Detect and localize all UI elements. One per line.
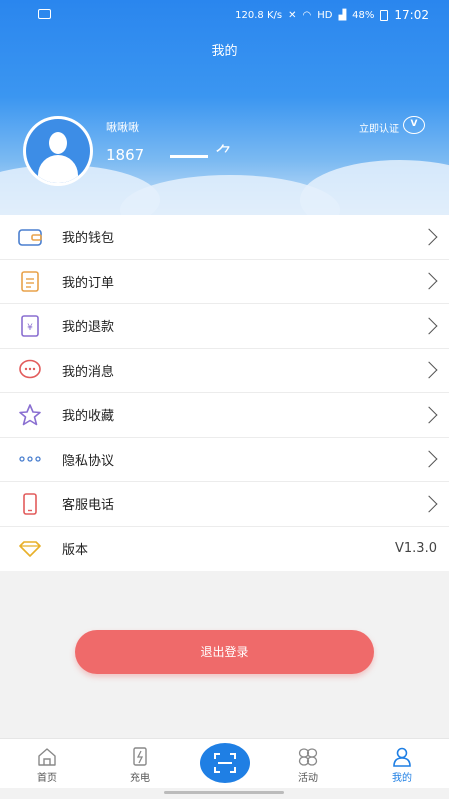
star-icon — [18, 403, 42, 427]
phone-mask — [170, 155, 208, 158]
gallery-icon — [38, 9, 51, 19]
menu-label: 客服电话 — [62, 498, 115, 514]
chevron-right-icon — [420, 317, 438, 335]
signal-label: HD — [317, 9, 333, 21]
menu-label: 我的订单 — [62, 275, 115, 291]
avatar[interactable] — [23, 116, 93, 186]
menu-item-favorites[interactable]: 我的收藏 — [0, 393, 449, 438]
activity-icon — [298, 748, 318, 766]
phone-icon — [18, 492, 42, 516]
username: 啾啾啾 — [106, 121, 139, 134]
profile-icon — [393, 747, 411, 767]
menu-item-customer-service[interactable]: 客服电话 — [0, 482, 449, 527]
chevron-right-icon — [420, 272, 438, 290]
scribble-mark: ⺈ — [215, 144, 233, 165]
status-bar: 120.8 K/s ✕ ◠ HD ▟ 48% 17:02 — [0, 0, 449, 30]
menu-label: 我的退款 — [62, 320, 115, 336]
signal-icon: ▟ — [338, 9, 347, 21]
verify-badge-icon[interactable]: V — [403, 116, 425, 134]
phone-number: 1867 — [106, 146, 145, 164]
tab-charge[interactable]: 充电 — [110, 739, 170, 789]
menu-label: 版本 — [62, 543, 89, 559]
cloud-decoration — [300, 160, 449, 215]
menu-list: 我的钱包 我的订单 ¥ 我的退款 我的消息 我的收藏 隐私协议 客服电话 版本 … — [0, 215, 449, 571]
chevron-right-icon — [420, 361, 438, 379]
mute-icon: ✕ — [288, 9, 297, 21]
menu-label: 我的收藏 — [62, 409, 115, 425]
tab-label: 首页 — [37, 773, 57, 784]
network-speed: 120.8 K/s — [235, 9, 283, 21]
order-icon — [18, 269, 42, 293]
tab-profile[interactable]: 我的 — [372, 739, 432, 789]
chevron-right-icon — [420, 406, 438, 424]
tab-label: 我的 — [392, 773, 412, 784]
menu-item-privacy[interactable]: 隐私协议 — [0, 438, 449, 482]
menu-label: 隐私协议 — [62, 453, 115, 469]
chevron-right-icon — [420, 450, 438, 468]
refund-icon: ¥ — [18, 314, 42, 338]
charge-icon — [133, 747, 147, 766]
menu-item-wallet[interactable]: 我的钱包 — [0, 215, 449, 260]
menu-item-refund[interactable]: ¥ 我的退款 — [0, 304, 449, 349]
menu-item-orders[interactable]: 我的订单 — [0, 260, 449, 304]
diamond-icon — [18, 537, 42, 561]
dots-icon — [18, 447, 42, 471]
logout-button[interactable]: 退出登录 — [75, 630, 374, 674]
tab-label: 充电 — [130, 773, 150, 784]
battery-percent: 48% — [352, 9, 375, 21]
clock: 17:02 — [394, 8, 429, 22]
tab-activity[interactable]: 活动 — [278, 739, 338, 789]
version-value: V1.3.0 — [395, 541, 437, 557]
wifi-icon: ◠ — [302, 9, 312, 21]
verify-link[interactable]: 立即认证 — [359, 120, 399, 135]
scan-icon — [214, 753, 236, 773]
tab-home[interactable]: 首页 — [17, 739, 77, 789]
message-icon — [18, 358, 42, 382]
scan-button[interactable] — [200, 743, 250, 783]
menu-label: 我的钱包 — [62, 231, 115, 247]
tab-label: 活动 — [298, 773, 318, 784]
svg-text:¥: ¥ — [27, 323, 33, 333]
menu-item-version: 版本 V1.3.0 — [0, 527, 449, 572]
user-silhouette-icon — [49, 132, 67, 154]
battery-icon — [380, 9, 389, 21]
menu-label: 我的消息 — [62, 364, 115, 380]
page-title: 我的 — [211, 44, 238, 59]
chevron-right-icon — [420, 228, 438, 246]
chevron-right-icon — [420, 495, 438, 513]
menu-item-messages[interactable]: 我的消息 — [0, 349, 449, 393]
home-icon — [38, 748, 56, 766]
wallet-icon — [18, 225, 42, 249]
home-indicator — [164, 791, 284, 794]
